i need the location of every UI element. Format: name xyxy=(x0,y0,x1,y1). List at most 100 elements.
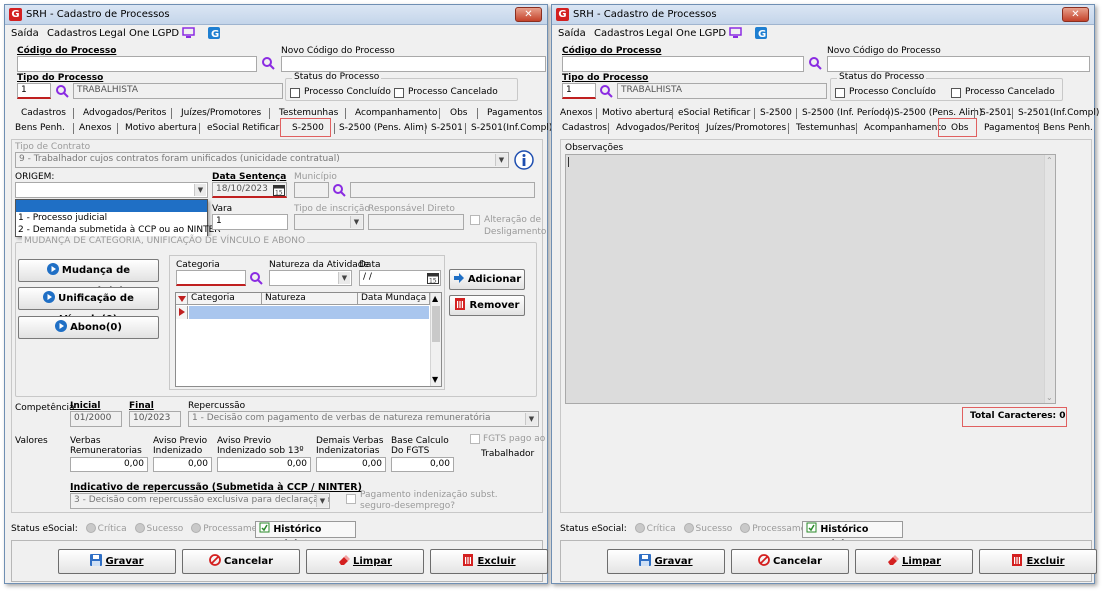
tab-motivo-abertura[interactable]: Motivo abertura xyxy=(125,123,197,133)
origem-option-1[interactable]: 1 - Processo judicial xyxy=(18,213,107,223)
gravar-button[interactable]: Gravar xyxy=(607,549,725,574)
tipo-code-input[interactable]: 1 xyxy=(562,83,596,99)
tab-bens-penh[interactable]: Bens Penh. xyxy=(1043,123,1093,133)
menu-lgpd[interactable]: LGPD xyxy=(699,28,726,39)
tab-s2501-inf-compl[interactable]: S-2501(Inf.Compl) xyxy=(471,123,552,133)
tab-pagamentos[interactable]: Pagamentos xyxy=(984,123,1040,133)
menu-saida[interactable]: Saída xyxy=(11,28,39,39)
grid-scrollbar[interactable]: ▲ ▼ xyxy=(430,293,441,386)
monitor-icon[interactable] xyxy=(729,27,742,39)
menu-saida[interactable]: Saída xyxy=(558,28,586,39)
search-icon[interactable] xyxy=(808,56,822,70)
base-input[interactable]: 0,00 xyxy=(391,457,454,472)
verbas-input[interactable]: 0,00 xyxy=(70,457,148,472)
calendar-icon[interactable]: 15 xyxy=(427,272,439,284)
tab-advogados[interactable]: Advogados/Peritos xyxy=(616,123,699,133)
grid-header-categoria[interactable]: Categoria xyxy=(188,293,262,305)
menu-lgpd[interactable]: LGPD xyxy=(152,28,179,39)
app-g-icon[interactable]: G xyxy=(208,27,221,39)
cancelar-button[interactable]: Cancelar xyxy=(731,549,849,574)
tipo-code-input[interactable]: 1 xyxy=(17,83,51,99)
tab-testemunhas[interactable]: Testemunhas xyxy=(279,108,338,118)
tab-s2501[interactable]: S-2501 xyxy=(980,108,1012,118)
cancelar-button[interactable]: Cancelar xyxy=(182,549,300,574)
tab-s2500-inf-periodo[interactable]: S-2500 (Inf. Período) xyxy=(802,108,894,118)
tab-s2500-pens-alim[interactable]: S-2500 (Pens. Alim) xyxy=(339,123,427,133)
remover-button[interactable]: Remover xyxy=(449,295,525,316)
municipio-code-input[interactable] xyxy=(294,182,329,198)
tab-juizes[interactable]: Juízes/Promotores xyxy=(706,123,786,133)
historico-esocial-tab[interactable]: Histórico eSocial xyxy=(255,521,356,550)
tab-bens-penh[interactable]: Bens Penh. xyxy=(15,123,65,133)
tipo-contrato-select[interactable]: 9 - Trabalhador cujos contratos foram un… xyxy=(15,152,509,168)
inicial-input[interactable]: 01/2000 xyxy=(70,411,122,427)
natureza-select[interactable]: ▼ xyxy=(269,270,352,286)
tab-cadastros[interactable]: Cadastros xyxy=(21,108,66,118)
aviso-input[interactable]: 0,00 xyxy=(153,457,212,472)
novo-codigo-input[interactable] xyxy=(281,56,546,72)
observacoes-textarea[interactable]: ⌃ ⌄ xyxy=(565,154,1056,404)
scroll-thumb[interactable] xyxy=(432,306,440,342)
menu-legal-one[interactable]: Legal One xyxy=(646,28,696,39)
limpar-button[interactable]: Limpar xyxy=(306,549,424,574)
tab-s2500[interactable]: S-2500 xyxy=(760,108,792,118)
sucesso-radio[interactable] xyxy=(134,523,145,533)
close-button[interactable]: ✕ xyxy=(515,7,542,22)
critica-radio[interactable] xyxy=(85,523,96,533)
tipo-inscricao-select[interactable]: ▼ xyxy=(294,214,364,230)
tab-acompanhamento[interactable]: Acompanhamento xyxy=(864,123,946,133)
excluir-button[interactable]: Excluir xyxy=(979,549,1097,574)
alteracao-checkbox[interactable] xyxy=(470,215,480,225)
monitor-icon[interactable] xyxy=(182,27,195,39)
gravar-button[interactable]: Gravar xyxy=(58,549,176,574)
indicativo-select[interactable]: 3 - Decisão com repercussão exclusiva pa… xyxy=(70,493,330,509)
close-button[interactable]: ✕ xyxy=(1062,7,1089,22)
dropdown-selected-item[interactable] xyxy=(16,200,207,212)
grid-header-data[interactable]: Data Mundaça xyxy=(358,293,430,305)
tab-s2501[interactable]: S-2501 xyxy=(431,123,463,133)
tab-obs[interactable]: Obs xyxy=(450,108,468,118)
search-icon[interactable] xyxy=(261,56,275,70)
vara-input[interactable]: 1 xyxy=(212,214,288,230)
tab-motivo-abertura[interactable]: Motivo abertura xyxy=(602,108,674,118)
table-row[interactable] xyxy=(189,306,429,319)
tab-s2501-inf-compl[interactable]: S-2501(Inf.Compl) xyxy=(1018,108,1099,118)
tab-advogados[interactable]: Advogados/Peritos xyxy=(83,108,166,118)
concluido-checkbox[interactable] xyxy=(835,88,845,98)
concluido-checkbox[interactable] xyxy=(290,88,300,98)
scroll-up-icon[interactable]: ⌃ xyxy=(1046,156,1053,165)
processamento-radio[interactable] xyxy=(191,523,202,533)
search-icon[interactable] xyxy=(249,271,263,285)
categoria-input[interactable] xyxy=(176,270,246,286)
app-g-icon[interactable]: G xyxy=(755,27,768,39)
textarea-scrollbar[interactable]: ⌃ ⌄ xyxy=(1044,155,1055,403)
processamento-radio[interactable] xyxy=(740,523,751,533)
aviso13-input[interactable]: 0,00 xyxy=(217,457,311,472)
tab-s2500-pens-alim[interactable]: S-2500 (Pens. Alim) xyxy=(894,108,982,118)
scroll-down-icon[interactable]: ▼ xyxy=(432,375,438,384)
mudanca-categoria-button[interactable]: Mudança de Categoria(0) xyxy=(18,259,159,297)
search-icon[interactable] xyxy=(332,183,346,197)
origem-select[interactable]: ▼ xyxy=(15,182,208,198)
tab-anexos[interactable]: Anexos xyxy=(79,123,111,133)
abono-button[interactable]: Abono(0) xyxy=(18,316,159,339)
grid-header-natureza[interactable]: Natureza xyxy=(262,293,358,305)
tab-testemunhas[interactable]: Testemunhas xyxy=(796,123,855,133)
sucesso-radio[interactable] xyxy=(683,523,694,533)
search-icon[interactable] xyxy=(599,84,613,98)
scroll-up-icon[interactable]: ▲ xyxy=(432,294,438,303)
search-icon[interactable] xyxy=(55,84,69,98)
critica-radio[interactable] xyxy=(634,523,645,533)
pagamento-checkbox[interactable] xyxy=(346,494,356,504)
tab-cadastros[interactable]: Cadastros xyxy=(562,123,607,133)
tab-acompanhamento[interactable]: Acompanhamento xyxy=(355,108,437,118)
unificacao-vinculo-button[interactable]: Unificação de Vínculo(0) xyxy=(18,287,159,325)
novo-codigo-input[interactable] xyxy=(827,56,1090,72)
origem-option-2[interactable]: 2 - Demanda submetida à CCP ou ao NINTER xyxy=(18,225,221,235)
final-input[interactable]: 10/2023 xyxy=(129,411,181,427)
codigo-input[interactable] xyxy=(562,56,804,72)
tab-pagamentos[interactable]: Pagamentos xyxy=(487,108,543,118)
menu-legal-one[interactable]: Legal One xyxy=(99,28,149,39)
codigo-input[interactable] xyxy=(17,56,257,72)
excluir-button[interactable]: Excluir xyxy=(430,549,548,574)
